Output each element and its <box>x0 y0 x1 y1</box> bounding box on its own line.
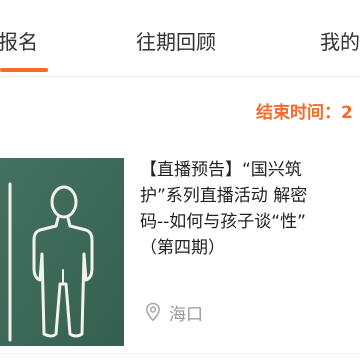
event-title-line: （第四期） <box>140 238 225 258</box>
app-screen: 报名 往期回顾 我的 结束时间：2 【直播预告】“国兴筑 护”系列直播活动 解密… <box>0 0 360 360</box>
event-title-line: 码--如何与孩子谈“性” <box>140 212 306 232</box>
event-title: 【直播预告】“国兴筑 护”系列直播活动 解密 码--如何与孩子谈“性” （第四期… <box>140 157 360 261</box>
event-location: 海口 <box>145 300 203 325</box>
tab-bar: 报名 往期回顾 我的 <box>0 0 360 77</box>
tab-past-review[interactable]: 往期回顾 <box>136 26 216 55</box>
active-tab-indicator <box>0 68 48 72</box>
chalkboard-figure-image <box>0 158 124 346</box>
tab-signup[interactable]: 报名 <box>0 26 38 55</box>
event-card[interactable]: 【直播预告】“国兴筑 护”系列直播活动 解密 码--如何与孩子谈“性” （第四期… <box>0 150 360 360</box>
end-time-label: 结束时间：2 <box>256 103 353 123</box>
location-pin-icon <box>145 302 161 322</box>
event-title-line: 护”系列直播活动 解密 <box>140 186 308 206</box>
divider <box>0 353 360 354</box>
event-end-time-row: 结束时间：2 <box>0 90 360 134</box>
location-label: 海口 <box>169 304 203 325</box>
event-thumbnail <box>0 158 124 346</box>
event-title-line: 【直播预告】“国兴筑 <box>140 160 302 180</box>
tab-mine[interactable]: 我的 <box>320 26 360 55</box>
